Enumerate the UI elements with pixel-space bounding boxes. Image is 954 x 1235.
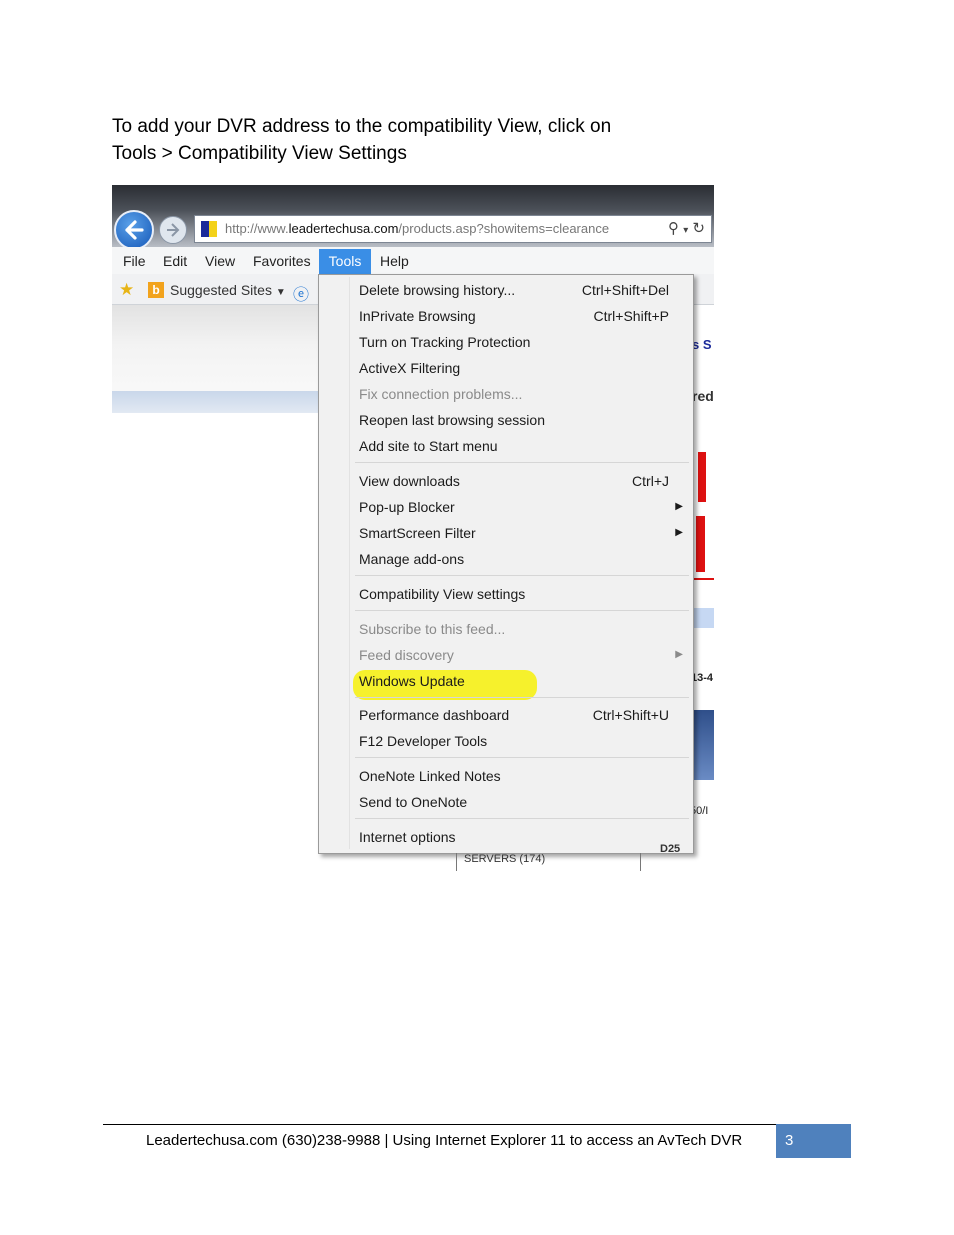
- menu-bar: File Edit View Favorites Help: [112, 247, 714, 274]
- back-button[interactable]: [114, 210, 154, 250]
- item-label: InPrivate Browsing: [359, 308, 476, 324]
- tools-dropdown-menu: Delete browsing history... Ctrl+Shift+Del…: [318, 274, 694, 854]
- item-label: Performance dashboard: [359, 707, 510, 723]
- browser-screenshot: http://www.leadertechusa.com/products.as…: [112, 185, 714, 871]
- menu-file[interactable]: File: [123, 253, 146, 269]
- item-label: Fix connection problems...: [359, 386, 523, 402]
- menu-tools[interactable]: Tools: [319, 249, 371, 274]
- item-label: Windows Update: [359, 673, 465, 689]
- menu-gutter: [349, 277, 350, 849]
- item-label: Pop-up Blocker: [359, 499, 455, 515]
- menu-item-compatibility-view[interactable]: Compatibility View settings: [359, 582, 679, 606]
- menu-separator: [355, 818, 689, 819]
- url-domain: leadertechusa.com: [288, 221, 399, 236]
- footer-text: Leadertechusa.com (630)238-9988 | Using …: [146, 1132, 743, 1149]
- chevron-down-icon: ▼: [275, 287, 286, 298]
- menu-item-internet-options[interactable]: Internet options: [359, 825, 679, 849]
- item-label: Compatibility View settings: [359, 586, 526, 602]
- address-bar[interactable]: http://www.leadertechusa.com/products.as…: [194, 215, 712, 243]
- page-number-box: 3: [776, 1124, 851, 1158]
- forward-arrow-icon: [167, 223, 180, 237]
- page-number: 3: [785, 1132, 794, 1149]
- item-label: Add site to Start menu: [359, 438, 498, 454]
- forward-button[interactable]: [159, 216, 187, 244]
- item-label: Manage add-ons: [359, 551, 465, 567]
- item-label: Delete browsing history...: [359, 282, 516, 298]
- intro-line-2: Tools > Compatibility View Settings: [112, 143, 407, 164]
- menu-item-feed-discovery: Feed discovery ▶: [359, 643, 683, 667]
- menu-separator: [355, 462, 689, 463]
- item-label: Subscribe to this feed...: [359, 621, 506, 637]
- menu-help[interactable]: Help: [380, 253, 409, 269]
- menu-item-windows-update[interactable]: Windows Update: [359, 669, 679, 693]
- item-shortcut: Ctrl+J: [632, 473, 669, 489]
- address-bar-icons: ⚲ ▾ ↻: [668, 219, 705, 237]
- item-label: View downloads: [359, 473, 460, 489]
- intro-text: To add your DVR address to the compatibi…: [112, 113, 611, 167]
- search-icon[interactable]: ⚲: [668, 220, 679, 237]
- suggested-sites-label: Suggested Sites: [170, 282, 272, 298]
- fragment-d25: D25: [660, 843, 681, 855]
- footer-rule: [103, 1124, 776, 1125]
- menu-item-add-start-menu[interactable]: Add site to Start menu: [359, 434, 679, 458]
- fragment-3-4: 13-4: [691, 672, 714, 684]
- favorites-star-icon[interactable]: ★: [119, 280, 134, 300]
- menu-item-popup-blocker[interactable]: Pop-up Blocker ▶: [359, 495, 683, 519]
- refresh-icon[interactable]: ↻: [692, 220, 705, 237]
- menu-item-smartscreen[interactable]: SmartScreen Filter ▶: [359, 521, 683, 545]
- menu-edit[interactable]: Edit: [163, 253, 187, 269]
- item-shortcut: Ctrl+Shift+Del: [581, 282, 669, 298]
- menu-item-reopen-session[interactable]: Reopen last browsing session: [359, 408, 679, 432]
- url-path: /products.asp?showitems=clearance: [398, 221, 610, 236]
- menu-item-fix-connection: Fix connection problems...: [359, 382, 679, 406]
- menu-item-tracking-protection[interactable]: Turn on Tracking Protection: [359, 330, 679, 354]
- servers-category: SERVERS (174): [456, 853, 641, 871]
- menu-item-subscribe-feed: Subscribe to this feed...: [359, 617, 679, 641]
- menu-separator: [355, 575, 689, 576]
- item-label: Turn on Tracking Protection: [359, 334, 531, 350]
- dropdown-arrow-icon[interactable]: ▾: [683, 225, 688, 236]
- suggested-sites-link[interactable]: Suggested Sites ▼: [170, 282, 286, 298]
- intro-line-1: To add your DVR address to the compatibi…: [112, 116, 612, 137]
- menu-item-activex[interactable]: ActiveX Filtering: [359, 356, 679, 380]
- site-favicon-icon: [201, 221, 217, 237]
- submenu-arrow-icon: ▶: [675, 649, 683, 660]
- web-slice-icon[interactable]: ⓔ: [293, 281, 309, 305]
- fragment-red: red: [692, 388, 714, 404]
- menu-separator: [355, 610, 689, 611]
- item-label: SmartScreen Filter: [359, 525, 476, 541]
- fragment-s-s: s S: [692, 337, 712, 352]
- item-shortcut: Ctrl+Shift+U: [592, 707, 669, 723]
- menu-item-performance-dashboard[interactable]: Performance dashboard Ctrl+Shift+U: [359, 703, 679, 727]
- menu-separator: [355, 757, 689, 758]
- item-label: OneNote Linked Notes: [359, 768, 501, 784]
- menu-favorites[interactable]: Favorites: [253, 253, 311, 269]
- menu-item-manage-addons[interactable]: Manage add-ons: [359, 547, 679, 571]
- menu-item-f12-tools[interactable]: F12 Developer Tools: [359, 729, 679, 753]
- back-arrow-icon: [125, 220, 144, 240]
- url-prefix: http://www.: [225, 221, 289, 236]
- item-label: Send to OneNote: [359, 794, 468, 810]
- menu-item-send-onenote[interactable]: Send to OneNote: [359, 790, 679, 814]
- menu-item-view-downloads[interactable]: View downloads Ctrl+J: [359, 469, 679, 493]
- submenu-arrow-icon: ▶: [675, 527, 683, 538]
- item-label: Internet options: [359, 829, 456, 845]
- menu-item-delete-history[interactable]: Delete browsing history... Ctrl+Shift+Del: [359, 278, 679, 302]
- bing-icon: b: [148, 282, 164, 298]
- menu-item-inprivate[interactable]: InPrivate Browsing Ctrl+Shift+P: [359, 304, 679, 328]
- item-label: F12 Developer Tools: [359, 733, 488, 749]
- item-label: Reopen last browsing session: [359, 412, 545, 428]
- menu-view[interactable]: View: [205, 253, 235, 269]
- address-url: http://www.leadertechusa.com/products.as…: [225, 221, 609, 236]
- item-label: Feed discovery: [359, 647, 454, 663]
- item-label: ActiveX Filtering: [359, 360, 461, 376]
- menu-separator: [355, 697, 689, 698]
- submenu-arrow-icon: ▶: [675, 501, 683, 512]
- menu-item-onenote-linked[interactable]: OneNote Linked Notes: [359, 764, 679, 788]
- item-shortcut: Ctrl+Shift+P: [593, 308, 669, 324]
